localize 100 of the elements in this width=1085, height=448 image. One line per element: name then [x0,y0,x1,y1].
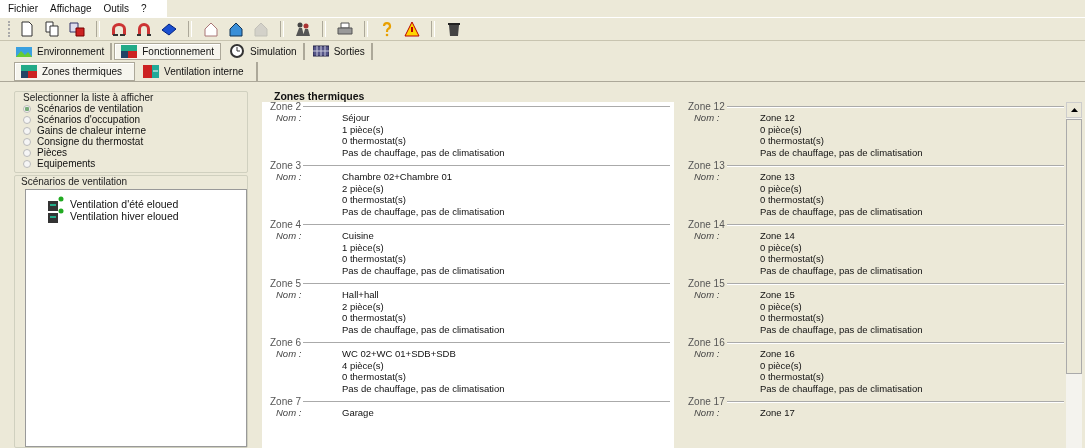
radio-button[interactable] [23,159,31,168]
climate-status: Pas de chauffage, pas de climatisation [760,147,923,159]
zone-title: Zone 13 [688,161,725,171]
house-icon [228,21,244,37]
radio-button[interactable] [23,126,31,135]
scrollbar[interactable] [1066,102,1082,448]
zone-title: Zone 2 [270,102,302,112]
climate-status: Pas de chauffage, pas de climatisation [342,147,505,159]
field-label: Nom : [275,171,303,184]
thermostat-count: 0 thermostat(s) [760,312,825,325]
room-count: 0 pièce(s) [760,300,803,313]
zones-icon [21,63,37,79]
climate-status: Pas de chauffage, pas de climatisation [760,383,923,395]
toolbar-button[interactable] [66,19,88,39]
field-label: Nom : [693,348,721,361]
zone-title: Zone 17 [688,397,725,407]
group-title: Scénarios de ventilation [20,176,129,187]
zone-card[interactable]: Zone 4 Nom : Cuisine 1 pièce(s) 0 thermostat(s) Pas de chauffage, pas de climatisation [262,220,674,279]
climate-status: Pas de chauffage, pas de climatisation [342,383,505,395]
zone-card[interactable]: Zone 6 Nom : WC 02+WC 01+SDB+SDB 4 pièce(s) 0 thermostat(s) Pas de chauffage, pas de climatisation [262,338,674,397]
radio-button[interactable] [23,148,31,157]
climate-status: Pas de chauffage, pas de climatisation [760,206,923,218]
zone-title: Zone 16 [688,338,725,348]
radio-label: Scénarios d'occupation [37,114,141,125]
field-label: Nom : [693,407,721,419]
documents-icon [44,21,60,37]
field-label: Nom : [275,230,303,243]
grid-icon [312,43,329,59]
field-label: Nom : [693,289,721,302]
thermostat-count: 0 thermostat(s) [760,135,825,148]
zone-title: Zone 12 [688,102,725,112]
menu-item[interactable]: ? [135,3,153,14]
zone-name: WC 02+WC 01+SDB+SDB [342,348,457,360]
document-icon [19,21,35,37]
field-label: Nom : [693,230,721,243]
zone-card[interactable]: Zone 3 Nom : Chambre 02+Chambre 01 2 pièce(s) 0 thermostat(s) Pas de chauffage, pas de climatisation [262,161,674,220]
menu-item[interactable]: Outils [97,3,136,14]
zone-card[interactable]: Zone 2 Nom : Séjour 1 pièce(s) 0 thermostat(s) Pas de chauffage, pas de climatisation [262,102,674,161]
climate-status: Pas de chauffage, pas de climatisation [760,265,923,277]
thermostat-count: 0 thermostat(s) [760,371,825,384]
room-count: 0 pièce(s) [760,359,803,372]
field-label: Nom : [693,112,721,125]
thermostat-count: 0 thermostat(s) [342,194,407,207]
zone-title: Zone 15 [688,279,725,289]
room-count: 2 pièce(s) [342,300,385,313]
radio-label: Scénarios de ventilation [37,103,144,114]
item-icon [48,208,64,224]
zone-name: Zone 13 [760,171,796,183]
climate-status: Pas de chauffage, pas de climatisation [342,324,505,336]
printer-icon [337,21,353,37]
zone-name: Zone 15 [760,289,796,301]
scroll-up-button[interactable] [1066,102,1082,118]
zone-title: Zone 3 [270,161,302,171]
menu-item[interactable]: Affichage [44,3,98,14]
thermostat-count: 0 thermostat(s) [342,135,407,148]
tab[interactable]: Ventilation interne [137,61,258,81]
zone-card[interactable]: Zone 5 Nom : Hall+hall 2 pièce(s) 0 thermostat(s) Pas de chauffage, pas de climatisation [262,279,674,338]
zone-title: Zone 7 [270,397,302,407]
radio-button[interactable] [23,104,31,113]
room-count: 1 pièce(s) [342,123,385,136]
thermostat-count: 0 thermostat(s) [342,371,407,384]
zone-name: Garage [342,407,374,419]
zone-name: Zone 17 [760,407,795,419]
field-label: Nom : [275,112,303,125]
thermostat-count: 0 thermostat(s) [342,253,407,266]
zone-name: Hall+hall [342,289,380,301]
tab[interactable]: Environnement [10,42,113,60]
thermostat-count: 0 thermostat(s) [760,194,825,207]
radio-label: Consigne du thermostat [37,136,144,147]
clock-icon [229,43,245,59]
zone-name: Zone 16 [760,348,796,360]
house-icon [253,21,269,37]
radio-button[interactable] [23,137,31,146]
field-label: Nom : [275,407,303,419]
up-arrow-icon [1070,108,1078,112]
tab[interactable]: Fonctionnement [114,42,221,60]
menu-item[interactable]: Fichier [2,3,44,14]
field-label: Nom : [275,348,303,361]
zone-title: Zone 5 [270,279,302,289]
warning-icon [404,21,420,37]
field-label: Nom : [275,289,303,302]
climate-status: Pas de chauffage, pas de climatisation [342,206,505,218]
radio-label: Pièces [37,147,67,158]
room-count: 0 pièce(s) [760,182,803,195]
zone-name: Chambre 02+Chambre 01 [342,171,454,183]
radio-button[interactable] [23,115,31,124]
scroll-thumb[interactable] [1066,119,1082,374]
thermostat-count: 0 thermostat(s) [342,312,407,325]
zones-icon [121,43,138,59]
room-count: 0 pièce(s) [760,123,803,136]
tab[interactable]: Sorties [306,42,373,60]
section-title: Zones thermiques [273,91,366,102]
radio-label: Gains de chaleur interne [37,125,146,136]
room-count: 0 pièce(s) [760,241,803,254]
tab[interactable]: Zones thermiques [14,61,136,81]
list-item[interactable]: Ventilation d'été eloued [70,198,179,210]
list-item[interactable]: Ventilation hiver eloued [70,210,179,222]
zone-card[interactable]: Zone 7 Nom : Garage [262,397,674,448]
group-title: Selectionner la liste à afficher [22,92,155,103]
tab[interactable]: Simulation [223,42,305,60]
